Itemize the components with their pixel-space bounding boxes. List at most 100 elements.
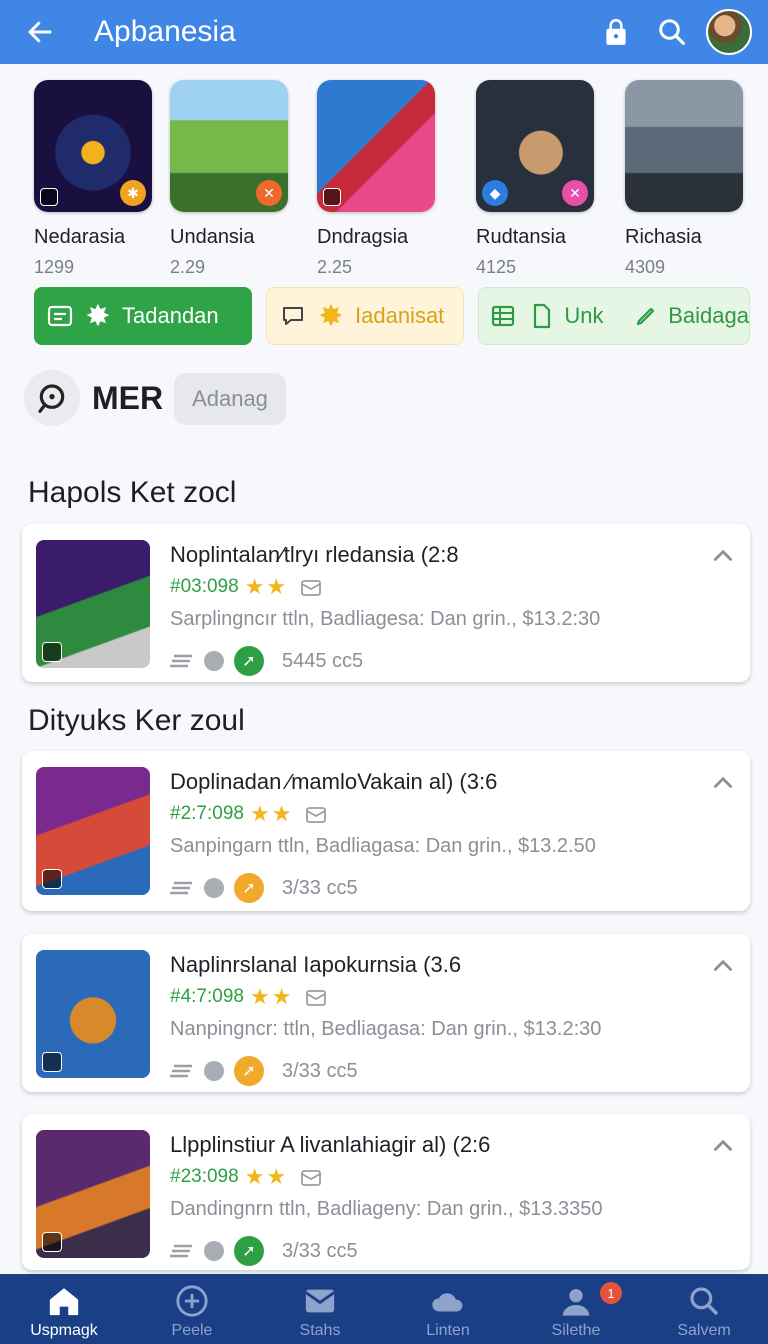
featured-tile[interactable]: Dndragsia 2.25 — [317, 80, 435, 278]
card-icon — [46, 302, 74, 330]
box-icon — [306, 990, 327, 1006]
search-circle-icon — [38, 384, 65, 413]
game-artwork — [317, 80, 435, 212]
app-bar: Apbanesia — [0, 0, 768, 64]
star-icon: ★ — [266, 1164, 287, 1189]
rating-text: #4:7:098 — [170, 986, 244, 1007]
card-count: 3/33 cc5 — [282, 876, 358, 899]
search-button[interactable] — [644, 8, 700, 56]
star-icon: ★ — [271, 984, 292, 1009]
card-footer: ➚ 3/33 cc5 — [170, 1056, 358, 1086]
nav-item-add[interactable]: Peele — [128, 1274, 256, 1344]
tile-number: 4125 — [476, 257, 517, 277]
go-icon[interactable]: ➚ — [234, 646, 264, 676]
nav-label: Stahs — [299, 1322, 341, 1339]
card-title: Noplintalan∕tlryı rledansia (2:8 — [170, 542, 459, 567]
list-card[interactable]: Naplinrslanal Iapokurnsia (3.6 #4:7:098 … — [22, 934, 750, 1092]
list-card[interactable]: Llpplinstiur A livanlahiagir al) (2:6 #2… — [22, 1114, 750, 1270]
table-icon — [491, 302, 516, 330]
star-icon: ✸ — [318, 299, 344, 333]
status-dot — [204, 1061, 224, 1081]
chip-label: Unk — [564, 303, 604, 328]
crossed-swords-icon: ✕ — [256, 180, 282, 206]
nav-item-mail[interactable]: Stahs — [256, 1274, 384, 1344]
status-dot — [204, 1241, 224, 1261]
app-small-icon — [42, 869, 62, 889]
rating-text: #23:098 — [170, 1166, 239, 1187]
user-icon — [559, 1284, 593, 1318]
card-title: Doplinadan ∕mamloVakain al) (3:6 — [170, 769, 498, 794]
status-dot — [204, 878, 224, 898]
tile-name: Undansia — [170, 226, 255, 248]
notification-badge: 1 — [600, 1282, 622, 1304]
chat-icon — [279, 302, 307, 330]
lines-icon — [170, 881, 192, 895]
chip-label: Iadanisat — [355, 303, 445, 328]
pencil-icon — [634, 302, 659, 330]
filter-chip-iadanisat[interactable]: ✸ Iadanisat — [266, 287, 464, 345]
star-icon: ✸ — [85, 299, 111, 333]
star-icon: ★ — [244, 574, 265, 599]
mer-button[interactable] — [24, 370, 80, 426]
tile-name: Dndragsia — [317, 226, 409, 248]
game-artwork: ◆ ✕ — [476, 80, 594, 212]
app-small-icon — [42, 1052, 62, 1072]
nav-label: Linten — [426, 1322, 470, 1339]
lines-icon — [170, 1244, 192, 1258]
nav-item-home[interactable]: Uspmagk — [0, 1274, 128, 1344]
nav-item-search[interactable]: Salvem — [640, 1274, 768, 1344]
card-description: Nanpingncr: ttln, Bedliagasa: Dan grin.,… — [170, 1018, 602, 1040]
filter-chip-tadandan[interactable]: ✸ Tadandan — [34, 287, 252, 345]
chevron-up-icon[interactable] — [710, 1132, 736, 1158]
card-rating: #23:098 ★ ★ — [170, 1164, 322, 1190]
chevron-up-icon[interactable] — [710, 952, 736, 978]
list-card[interactable]: Doplinadan ∕mamloVakain al) (3:6 #2:7:09… — [22, 751, 750, 911]
cloud-icon — [431, 1284, 465, 1318]
nav-item-cloud[interactable]: Linten — [384, 1274, 512, 1344]
list-card[interactable]: Noplintalan∕tlryı rledansia (2:8 #03:098… — [22, 524, 750, 682]
card-rating: #2:7:098 ★ ★ — [170, 801, 327, 827]
chevron-up-icon[interactable] — [710, 542, 736, 568]
back-button[interactable] — [16, 8, 64, 56]
card-rating: #03:098 ★ ★ — [170, 574, 322, 600]
rating-text: #03:098 — [170, 576, 239, 597]
card-footer: ➚ 3/33 cc5 — [170, 1236, 358, 1266]
home-icon — [47, 1284, 81, 1318]
gear-icon: ✱ — [120, 180, 146, 206]
box-icon — [301, 580, 322, 596]
document-icon — [530, 302, 555, 330]
avatar[interactable] — [706, 9, 752, 55]
go-icon[interactable]: ➚ — [234, 1236, 264, 1266]
tile-name: Nedarasia — [34, 226, 126, 248]
nav-label: Silethe — [551, 1322, 601, 1339]
card-title: Llpplinstiur A livanlahiagir al) (2:6 — [170, 1132, 491, 1157]
app-small-icon — [40, 188, 58, 206]
featured-carousel: ✱ Nedarasia 1299 ✕ Undansia 2.29 Dndrags… — [34, 80, 754, 280]
nav-label: Salvem — [677, 1322, 731, 1339]
tile-number: 2.29 — [170, 257, 206, 277]
chevron-up-icon[interactable] — [710, 769, 736, 795]
chip-label: Tadandan — [122, 303, 219, 328]
rating-text: #2:7:098 — [170, 803, 244, 824]
card-title: Naplinrslanal Iapokurnsia (3.6 — [170, 952, 462, 977]
featured-tile[interactable]: ✱ Nedarasia 1299 — [34, 80, 152, 278]
tile-number: 4309 — [625, 257, 666, 277]
game-artwork: ✕ — [170, 80, 288, 212]
search-icon — [687, 1284, 721, 1318]
nav-item-profile[interactable]: 1 Silethe — [512, 1274, 640, 1344]
featured-tile[interactable]: ◆ ✕ Rudtansia 4125 — [476, 80, 594, 278]
featured-tile[interactable]: ✕ Undansia 2.29 — [170, 80, 288, 278]
go-icon[interactable]: ➚ — [234, 1056, 264, 1086]
card-description: Dandingnrn ttln, Badliageny: Dan grin., … — [170, 1198, 603, 1220]
status-dot — [204, 651, 224, 671]
card-footer: ➚ 5445 cc5 — [170, 646, 363, 676]
card-footer: ➚ 3/33 cc5 — [170, 873, 358, 903]
box-icon — [306, 807, 327, 823]
card-description: Sarplingncır ttln, Badliagesa: Dan grin.… — [170, 608, 601, 630]
mer-pill[interactable]: Adanag — [174, 373, 286, 425]
search-icon — [659, 19, 685, 45]
filter-chip-group[interactable]: Unk Baidaga — [478, 287, 750, 345]
featured-tile[interactable]: Richasia 4309 — [625, 80, 743, 278]
go-icon[interactable]: ➚ — [234, 873, 264, 903]
lock-button[interactable] — [588, 8, 644, 56]
